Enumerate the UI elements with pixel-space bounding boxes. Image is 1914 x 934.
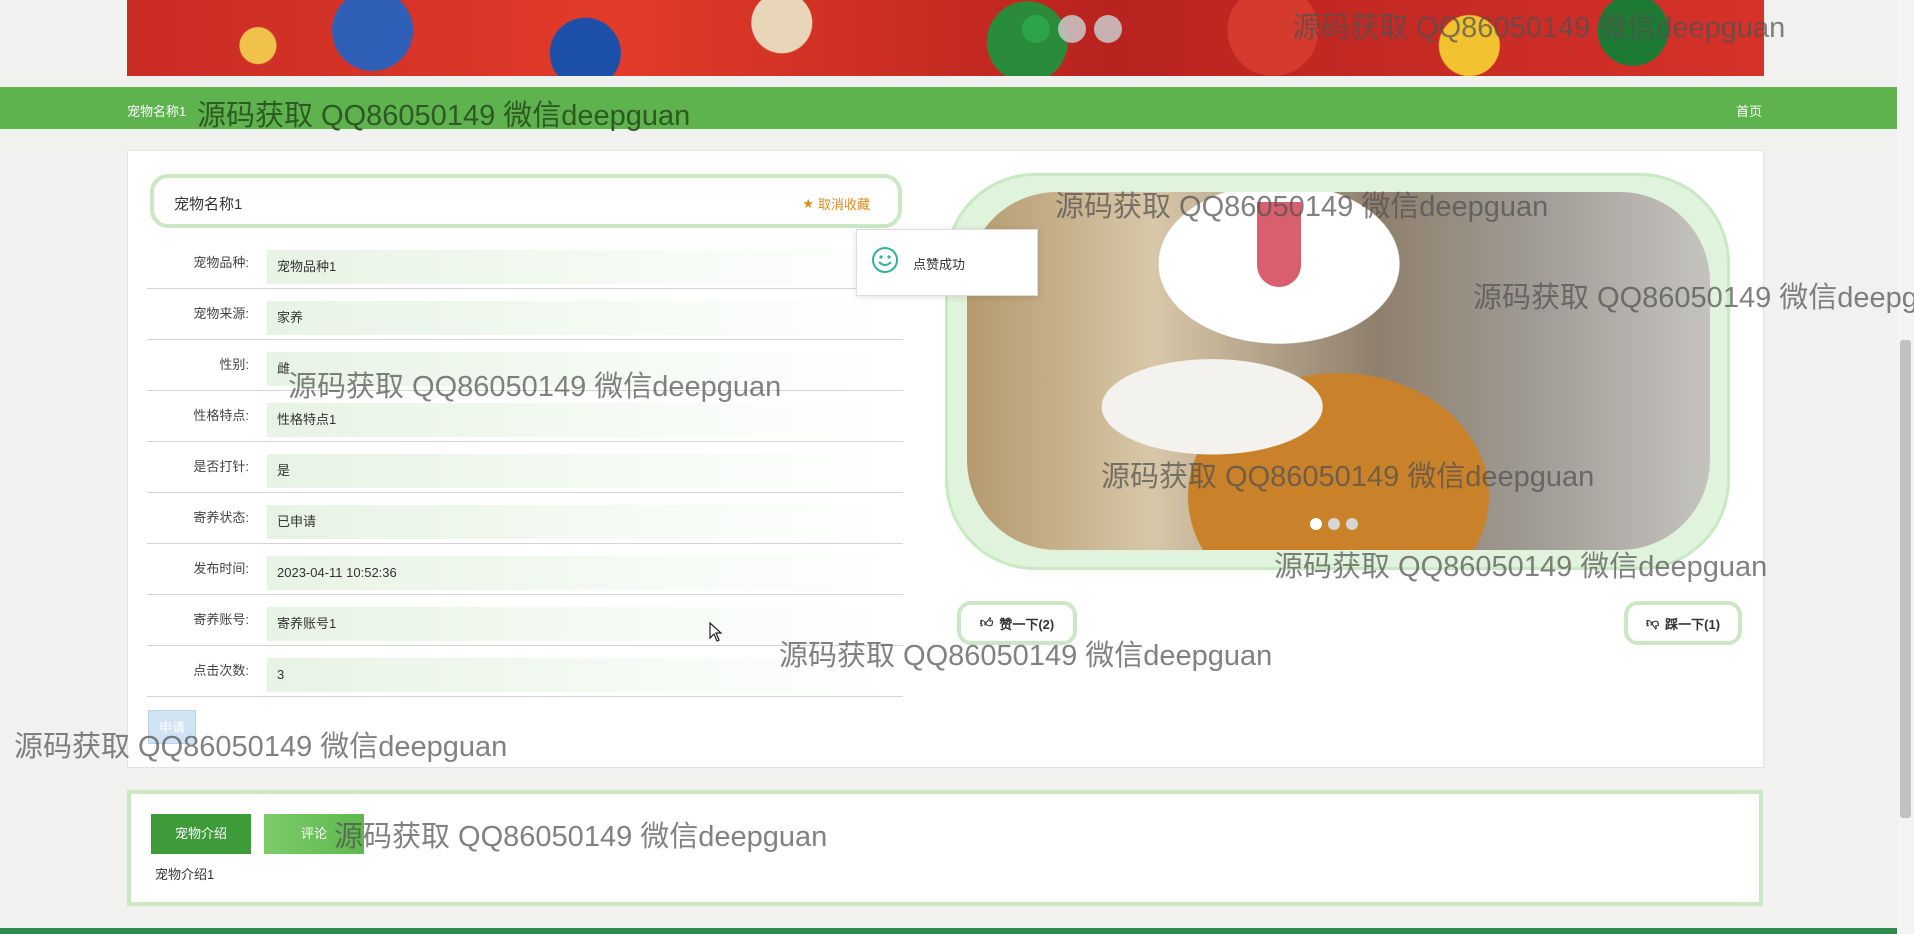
footer-bar — [0, 928, 1897, 934]
field-row: 是否打针: 是 — [147, 442, 903, 493]
star-icon: ★ — [802, 195, 814, 211]
tab-comments[interactable]: 评论 — [264, 814, 364, 854]
field-value: 3 — [267, 658, 903, 692]
field-label: 点击次数: — [193, 663, 249, 678]
tabs-panel: 宠物介绍 评论 宠物介绍1 — [127, 790, 1763, 906]
scrollbar-thumb[interactable] — [1900, 340, 1911, 818]
field-row: 性别: 雌 — [147, 340, 903, 391]
field-label: 宠物来源: — [193, 306, 249, 321]
smile-icon — [872, 247, 898, 273]
banner-carousel[interactable] — [127, 0, 1764, 76]
field-row: 宠物来源: 家养 — [147, 289, 903, 340]
field-label: 宠物品种: — [193, 255, 249, 270]
field-row: 宠物品种: 宠物品种1 — [147, 238, 903, 289]
like-label: 赞一下(2) — [999, 616, 1055, 632]
field-row: 寄养状态: 已申请 — [147, 493, 903, 544]
nav-page-title: 宠物名称1 — [127, 104, 187, 119]
carousel-dot-1[interactable] — [1310, 518, 1322, 530]
carousel-dot-2[interactable] — [1328, 518, 1340, 530]
field-value: 雌 — [267, 352, 903, 386]
field-value: 已申请 — [267, 505, 903, 539]
field-label: 是否打针: — [193, 459, 249, 474]
nav-home-link[interactable]: 首页 — [1736, 101, 1762, 120]
success-toast: 点赞成功 — [856, 229, 1038, 296]
thumbs-up-icon: 👍︎ — [979, 615, 994, 630]
field-row: 性格特点: 性格特点1 — [147, 391, 903, 442]
pet-name: 宠物名称1 — [174, 196, 243, 213]
mouse-cursor-icon — [709, 622, 723, 642]
unfavorite-label: 取消收藏 — [817, 197, 870, 212]
pet-photo-detail — [1257, 202, 1301, 287]
toast-message: 点赞成功 — [913, 257, 966, 272]
dislike-label: 踩一下(1) — [1665, 616, 1721, 632]
thumbs-down-icon: 👎︎ — [1645, 615, 1660, 630]
field-label: 性格特点: — [193, 408, 249, 423]
unfavorite-button[interactable]: ★ 取消收藏 — [802, 194, 870, 213]
field-value: 宠物品种1 — [267, 250, 903, 284]
tab-content: 宠物介绍1 — [155, 867, 215, 882]
dislike-button[interactable]: 👎︎ 踩一下(1) — [1624, 601, 1742, 645]
field-value: 是 — [267, 454, 903, 488]
field-label: 性别: — [219, 357, 249, 372]
field-label: 寄养账号: — [193, 612, 249, 627]
carousel-dot-3[interactable] — [1346, 518, 1358, 530]
field-label: 寄养状态: — [193, 510, 249, 525]
apply-button[interactable]: 申请 — [148, 710, 196, 744]
banner-dot-3[interactable] — [1094, 15, 1122, 43]
field-row: 发布时间: 2023-04-11 10:52:36 — [147, 544, 903, 595]
field-row: 寄养账号: 寄养账号1 — [147, 595, 903, 646]
field-value: 寄养账号1 — [267, 607, 903, 641]
field-value: 家养 — [267, 301, 903, 335]
pet-title-box: 宠物名称1 ★ 取消收藏 — [150, 174, 902, 228]
top-navbar: 宠物名称1 首页 — [0, 87, 1897, 129]
field-label: 发布时间: — [193, 561, 249, 576]
like-button[interactable]: 👍︎ 赞一下(2) — [957, 601, 1077, 645]
field-value: 2023-04-11 10:52:36 — [267, 556, 903, 590]
field-value: 性格特点1 — [267, 403, 903, 437]
field-row: 点击次数: 3 — [147, 646, 903, 697]
carousel-dots — [1310, 518, 1358, 530]
tab-pet-intro[interactable]: 宠物介绍 — [151, 814, 251, 854]
banner-dot-2[interactable] — [1058, 15, 1086, 43]
pet-photo[interactable] — [967, 192, 1710, 550]
banner-dots — [1022, 15, 1122, 43]
banner-dot-1[interactable] — [1022, 15, 1050, 43]
